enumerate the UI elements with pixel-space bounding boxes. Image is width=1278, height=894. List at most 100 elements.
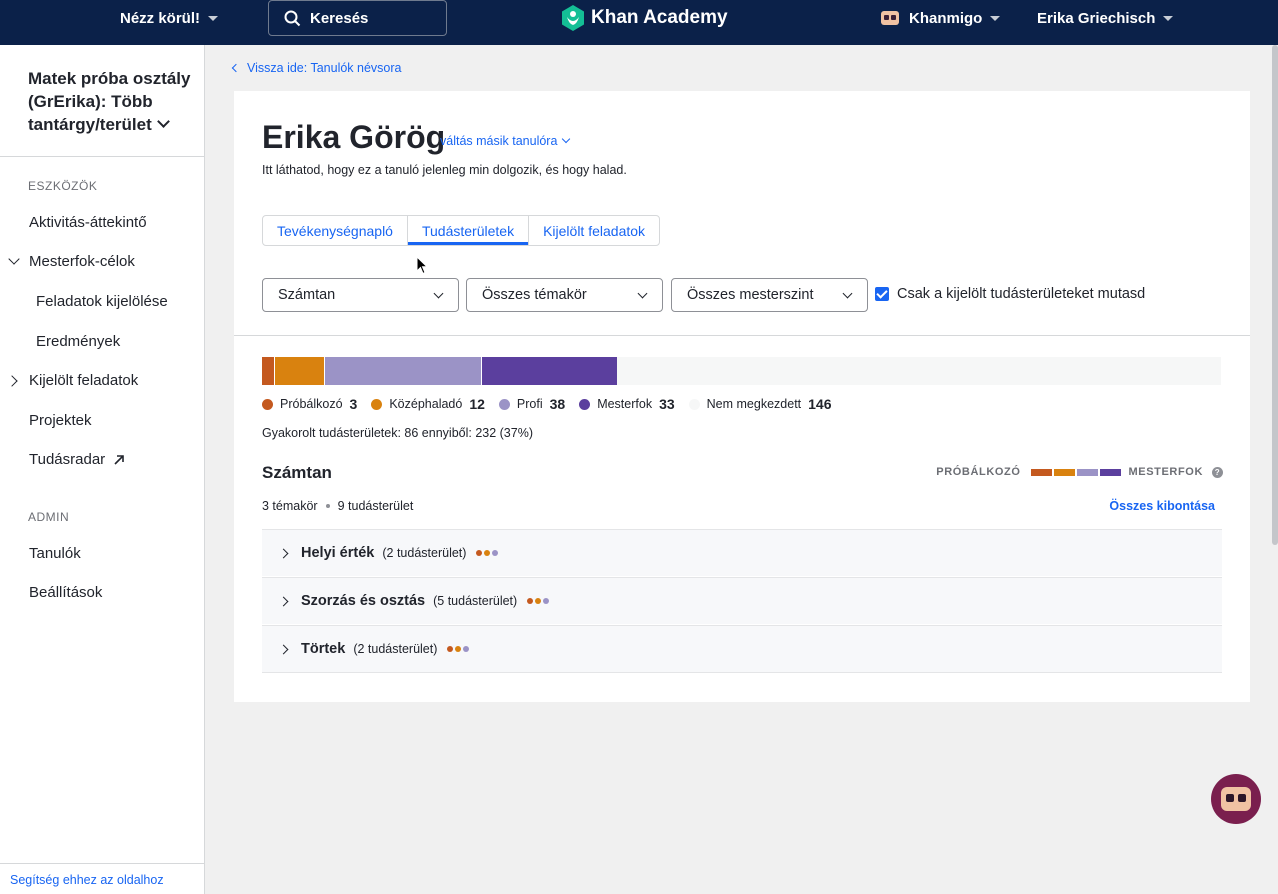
legend-dot	[579, 398, 591, 410]
khan-academy-logo[interactable]: Khan Academy	[561, 4, 728, 32]
sidebar: Matek próba osztály (GrErika): Több tant…	[0, 45, 205, 894]
legend-count: 3	[349, 396, 358, 412]
unit-row[interactable]: Szorzás és osztás (5 tudásterület)	[262, 577, 1222, 624]
unit-name: Helyi érték	[301, 545, 375, 561]
legend-label: Profi	[516, 397, 543, 411]
search-input[interactable]: Keresés	[268, 0, 447, 36]
card-divider	[234, 335, 1250, 336]
switch-student-label: váltás másik tanulóra	[440, 134, 558, 148]
mastery-scale: PRÓBÁLKOZÓ MESTERFOK ?	[936, 466, 1223, 478]
chevron-down-icon	[433, 288, 444, 299]
legend-dot	[688, 398, 700, 410]
scale-swatch-mastered	[1099, 468, 1121, 476]
skills-count: 9 tudásterület	[337, 499, 414, 513]
sidebar-item-mastery-goals[interactable]: Mesterfok-célok	[29, 253, 135, 270]
legend-count: 146	[808, 396, 832, 412]
sidebar-item-results[interactable]: Eredmények	[36, 333, 120, 350]
user-menu[interactable]: Erika Griechisch	[1037, 0, 1174, 36]
back-link-label: Vissza ide: Tanulók névsora	[247, 61, 402, 75]
units-count: 3 témakör	[262, 499, 318, 513]
unit-name: Törtek	[301, 641, 346, 657]
sidebar-item-activity-overview[interactable]: Aktivitás-áttekintő	[29, 214, 147, 231]
subject-counts: 3 témakör 9 tudásterület	[262, 499, 413, 513]
switch-student-button[interactable]: váltás másik tanulóra	[440, 134, 571, 148]
explore-menu[interactable]: Nézz körül!	[120, 0, 219, 36]
class-selector[interactable]: Matek próba osztály (GrErika): Több tant…	[28, 67, 198, 136]
assigned-only-checkbox[interactable]	[875, 287, 889, 301]
unit-name: Szorzás és osztás	[301, 593, 426, 609]
sidebar-item-settings[interactable]: Beállítások	[29, 584, 102, 601]
khanmigo-launcher-button[interactable]	[1211, 774, 1261, 824]
legend-count: 33	[659, 396, 675, 412]
scale-high-label: MESTERFOK	[1128, 466, 1203, 478]
sidebar-item-assigned-tasks[interactable]: Kijelölt feladatok	[29, 372, 138, 389]
legend-item: Középhaladó 12	[371, 396, 485, 412]
legend-dot	[498, 398, 510, 410]
khanmigo-icon	[881, 11, 899, 25]
user-name: Erika Griechisch	[1037, 9, 1156, 27]
chevron-right-icon[interactable]	[6, 375, 18, 387]
khan-academy-leaf-icon	[562, 5, 584, 31]
mastery-bar-segment	[323, 357, 482, 385]
unit-skill-count: (2 tudásterület)	[353, 642, 438, 656]
bullet-separator	[325, 504, 330, 508]
scale-low-label: PRÓBÁLKOZÓ	[936, 466, 1021, 478]
mastery-progress-bar	[262, 357, 1221, 385]
expand-all-button[interactable]: Összes kibontása	[1109, 499, 1215, 513]
legend-label: Nem megkezdett	[706, 397, 802, 411]
tab-bar: Tevékenységnapló Tudásterületek Kijelölt…	[262, 215, 661, 246]
chevron-right-icon	[278, 644, 289, 654]
unit-select-value: Összes témakör	[482, 287, 587, 303]
unit-skill-count: (2 tudásterület)	[382, 546, 467, 560]
help-icon[interactable]: ?	[1212, 466, 1223, 478]
practiced-skills-summary: Gyakorolt tudásterületek: 86 ennyiből: 2…	[262, 426, 533, 440]
chevron-down-icon	[208, 15, 219, 21]
tools-heading: ESZKÖZÖK	[28, 179, 98, 193]
legend-item: Nem megkezdett 146	[688, 396, 832, 412]
sidebar-item-students[interactable]: Tanulók	[29, 545, 81, 562]
chevron-down-icon	[842, 288, 853, 299]
mastery-legend: Próbálkozó 3 Középhaladó 12 Profi 38 Mesterfok…	[262, 396, 846, 412]
back-to-roster-link[interactable]: Vissza ide: Tanulók névsora	[231, 61, 402, 75]
unit-skill-count: (5 tudásterület)	[433, 594, 518, 608]
sidebar-item-projects[interactable]: Projektek	[29, 412, 92, 429]
help-link[interactable]: Segítség ehhez az oldalhoz	[0, 863, 204, 894]
legend-label: Középhaladó	[389, 397, 463, 411]
subject-select[interactable]: Számtan	[262, 278, 459, 312]
subject-title: Számtan	[262, 463, 332, 482]
mastery-level-select[interactable]: Összes mesterszint	[671, 278, 868, 312]
brand-name: Khan Academy	[591, 7, 728, 28]
assigned-only-checkbox-row[interactable]: Csak a kijelölt tudásterületeket mutasd	[875, 286, 1145, 302]
chevron-down-icon	[156, 115, 170, 128]
sidebar-item-assign-tasks[interactable]: Feladatok kijelölése	[36, 293, 168, 310]
chevron-down-icon	[637, 288, 648, 299]
tab-skills[interactable]: Tudásterületek	[408, 216, 530, 245]
scale-swatch-proficient	[1076, 468, 1098, 476]
khanmigo-label: Khanmigo	[909, 9, 983, 27]
unit-row[interactable]: Törtek (2 tudásterület)	[262, 625, 1222, 673]
sidebar-item-label: Tudásradar	[29, 451, 106, 468]
scale-swatch-attempted	[1030, 468, 1052, 476]
tab-activity-log[interactable]: Tevékenységnapló	[263, 216, 408, 245]
khanmigo-menu[interactable]: Khanmigo	[881, 0, 1001, 36]
legend-count: 12	[469, 396, 485, 412]
mastery-level-select-value: Összes mesterszint	[687, 287, 814, 303]
chevron-down-icon[interactable]	[8, 253, 20, 265]
legend-item: Próbálkozó 3	[262, 396, 357, 412]
legend-count: 38	[549, 396, 566, 412]
legend-dot	[262, 398, 273, 410]
external-link-icon	[114, 454, 124, 465]
legend-item: Profi 38	[498, 396, 566, 412]
admin-heading: ADMIN	[28, 510, 70, 524]
mastery-dots	[476, 550, 500, 556]
unit-select[interactable]: Összes témakör	[466, 278, 663, 312]
unit-row[interactable]: Helyi érték (2 tudásterület)	[262, 529, 1222, 576]
legend-label: Mesterfok	[597, 397, 653, 411]
chevron-left-icon	[231, 63, 241, 73]
sidebar-item-skill-radar[interactable]: Tudásradar	[29, 451, 126, 468]
tab-assignments[interactable]: Kijelölt feladatok	[529, 216, 659, 245]
student-card: Erika Görög váltás másik tanulóra Itt lá…	[234, 91, 1250, 702]
sidebar-divider	[0, 156, 204, 157]
subject-select-value: Számtan	[278, 287, 336, 303]
page-scrollbar[interactable]	[1272, 45, 1278, 545]
